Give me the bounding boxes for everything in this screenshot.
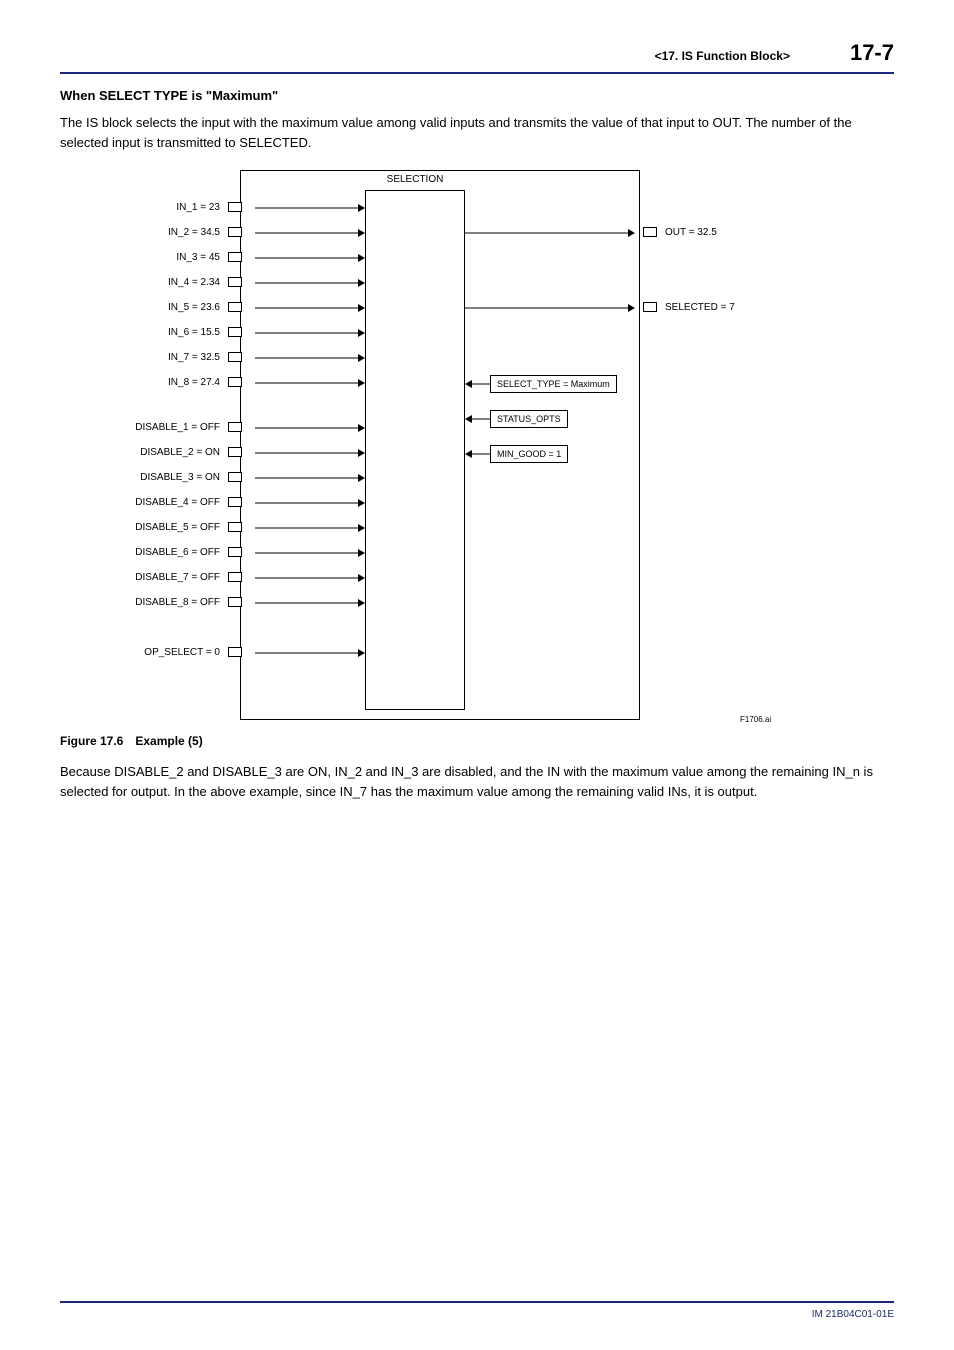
select-type-param: SELECT_TYPE = Maximum <box>490 375 617 393</box>
input-port <box>228 472 242 482</box>
input-port <box>228 277 242 287</box>
arrow-right-icon <box>255 257 365 259</box>
arrow-right-icon <box>255 307 365 309</box>
input-port <box>228 522 242 532</box>
disable-label: DISABLE_4 = OFF <box>60 497 228 508</box>
input-label: IN_1 = 23 <box>60 202 228 213</box>
input-label: IN_5 = 23.6 <box>60 302 228 313</box>
input-port <box>228 227 242 237</box>
min-good-param: MIN_GOOD = 1 <box>490 445 568 463</box>
arrow-right-icon <box>465 307 635 309</box>
input-port <box>228 447 242 457</box>
arrow-right-icon <box>255 332 365 334</box>
arrow-right-icon <box>255 552 365 554</box>
disable-label: DISABLE_7 = OFF <box>60 572 228 583</box>
disable-label: DISABLE_1 = OFF <box>60 422 228 433</box>
output-port <box>643 302 657 312</box>
input-port <box>228 647 242 657</box>
arrow-right-icon <box>255 527 365 529</box>
intro-paragraph: The IS block selects the input with the … <box>60 113 894 152</box>
figure-caption: Figure 17.6 Example (5) <box>60 734 894 748</box>
arrow-right-icon <box>255 652 365 654</box>
arrow-right-icon <box>255 427 365 429</box>
selection-label: SELECTION <box>365 174 465 185</box>
disable-label: DISABLE_6 = OFF <box>60 547 228 558</box>
input-port <box>228 352 242 362</box>
input-port <box>228 547 242 557</box>
input-label: IN_6 = 15.5 <box>60 327 228 338</box>
arrow-right-icon <box>255 477 365 479</box>
is-block-diagram: SELECTION IN_1 = 23 IN_2 = 34.5 IN_3 = 4… <box>60 170 800 730</box>
disable-label: DISABLE_3 = ON <box>60 472 228 483</box>
header-rule <box>60 72 894 74</box>
input-port <box>228 497 242 507</box>
input-port <box>228 252 242 262</box>
input-label: IN_2 = 34.5 <box>60 227 228 238</box>
arrow-right-icon <box>255 282 365 284</box>
disable-label: DISABLE_8 = OFF <box>60 597 228 608</box>
arrow-right-icon <box>255 382 365 384</box>
footer-doc-id: IM 21B04C01-01E <box>60 1309 894 1320</box>
section-subheading: When SELECT TYPE is "Maximum" <box>60 88 894 103</box>
footer-rule <box>60 1301 894 1303</box>
arrow-right-icon <box>255 207 365 209</box>
input-port <box>228 202 242 212</box>
input-label: IN_3 = 45 <box>60 252 228 263</box>
input-label: IN_4 = 2.34 <box>60 277 228 288</box>
arrow-right-icon <box>255 357 365 359</box>
arrow-left-icon <box>465 453 490 455</box>
op-select-label: OP_SELECT = 0 <box>60 647 228 658</box>
out-label: OUT = 32.5 <box>665 227 717 238</box>
arrow-right-icon <box>255 577 365 579</box>
figure-ref: F1706.ai <box>740 715 771 724</box>
selection-rect <box>365 190 465 710</box>
input-port <box>228 422 242 432</box>
selected-label: SELECTED = 7 <box>665 302 735 313</box>
arrow-right-icon <box>255 602 365 604</box>
arrow-right-icon <box>255 452 365 454</box>
arrow-left-icon <box>465 383 490 385</box>
input-label: IN_8 = 27.4 <box>60 377 228 388</box>
disable-label: DISABLE_5 = OFF <box>60 522 228 533</box>
arrow-left-icon <box>465 418 490 420</box>
input-port <box>228 377 242 387</box>
input-port <box>228 327 242 337</box>
input-port <box>228 302 242 312</box>
arrow-right-icon <box>465 232 635 234</box>
explanation-paragraph: Because DISABLE_2 and DISABLE_3 are ON, … <box>60 762 894 801</box>
input-port <box>228 597 242 607</box>
header-page-number: 17-7 <box>850 40 894 66</box>
output-port <box>643 227 657 237</box>
arrow-right-icon <box>255 502 365 504</box>
disable-label: DISABLE_2 = ON <box>60 447 228 458</box>
arrow-right-icon <box>255 232 365 234</box>
input-label: IN_7 = 32.5 <box>60 352 228 363</box>
input-port <box>228 572 242 582</box>
header-chapter: <17. IS Function Block> <box>655 49 790 63</box>
status-opts-param: STATUS_OPTS <box>490 410 568 428</box>
